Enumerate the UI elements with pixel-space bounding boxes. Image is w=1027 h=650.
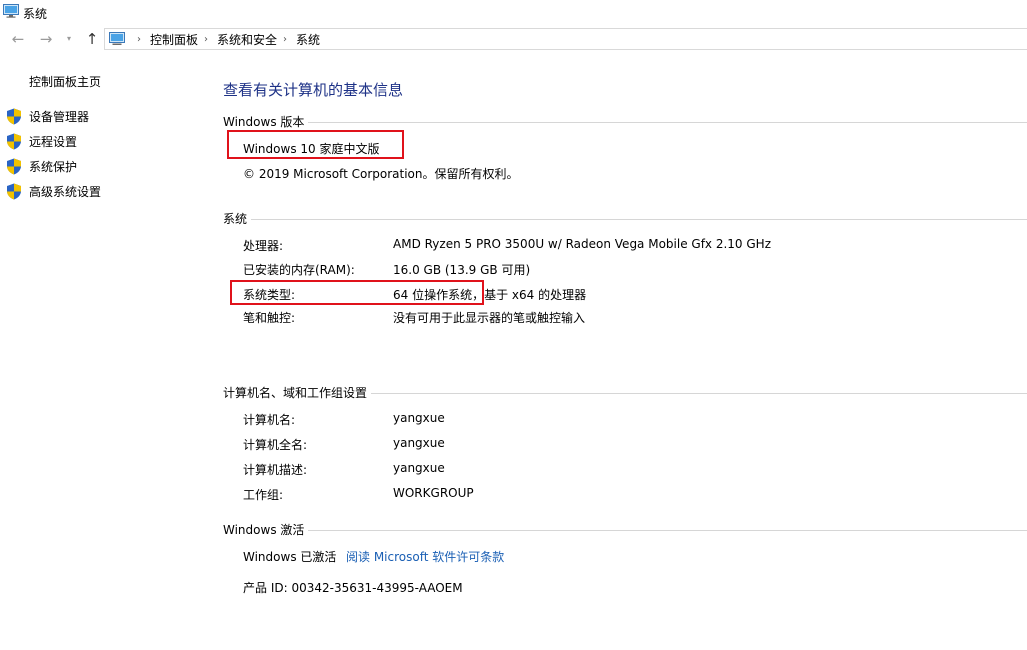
section-divider	[223, 530, 1027, 531]
ram-value: 16.0 GB (13.9 GB 可用)	[393, 263, 531, 277]
sidebar-item-remote-settings[interactable]: 远程设置	[6, 132, 77, 150]
workgroup-label: 工作组:	[243, 488, 284, 502]
computer-description-value: yangxue	[393, 461, 445, 475]
section-activation: Windows 激活	[223, 521, 1027, 538]
sidebar-home-link[interactable]: 控制面板主页	[29, 73, 101, 90]
section-windows-edition: Windows 版本	[223, 113, 1027, 130]
title-bar: 系统	[0, 0, 1027, 24]
navigation-bar: ← → ▾ ↑ › 控制面板 › 系统和安全 › 系统	[0, 26, 1027, 52]
highlight-box-edition	[227, 130, 404, 159]
pen-touch-label: 笔和触控:	[243, 311, 296, 325]
computer-description-label: 计算机描述:	[243, 463, 308, 477]
pen-touch-value: 没有可用于此显示器的笔或触控输入	[393, 311, 586, 325]
highlight-box-system-type	[230, 280, 484, 305]
computer-name-value: yangxue	[393, 411, 445, 425]
window-title: 系统	[23, 7, 48, 21]
license-terms-link[interactable]: 阅读 Microsoft 软件许可条款	[346, 548, 504, 565]
sidebar-item-label: 高级系统设置	[29, 184, 102, 199]
uac-shield-icon	[7, 133, 21, 149]
uac-shield-icon	[7, 183, 21, 199]
workgroup-value: WORKGROUP	[393, 486, 474, 500]
processor-label: 处理器:	[243, 239, 284, 253]
breadcrumb-separator-icon: ›	[283, 33, 288, 45]
product-id: 产品 ID: 00342-35631-43995-AAOEM	[243, 581, 463, 595]
page-title: 查看有关计算机的基本信息	[223, 81, 404, 99]
section-divider	[223, 219, 1027, 220]
breadcrumb-system-security[interactable]: 系统和安全	[217, 31, 277, 48]
up-arrow-icon[interactable]: ↑	[84, 30, 100, 48]
section-header: 系统	[223, 210, 252, 227]
section-system: 系统	[223, 210, 1027, 227]
breadcrumb-control-panel[interactable]: 控制面板	[150, 31, 198, 48]
activation-status: Windows 已激活	[243, 550, 337, 564]
breadcrumb-system[interactable]: 系统	[296, 31, 320, 48]
forward-arrow-icon[interactable]: →	[38, 30, 54, 48]
section-header: Windows 激活	[223, 521, 309, 538]
section-header: Windows 版本	[223, 113, 309, 130]
sidebar-item-device-manager[interactable]: 设备管理器	[6, 107, 89, 125]
breadcrumb-separator-icon: ›	[204, 33, 209, 45]
full-computer-name-value: yangxue	[393, 436, 445, 450]
copyright-text: © 2019 Microsoft Corporation。保留所有权利。	[243, 167, 519, 181]
sidebar-item-advanced-settings[interactable]: 高级系统设置	[6, 182, 101, 200]
address-bar[interactable]: › 控制面板 › 系统和安全 › 系统	[104, 28, 1027, 50]
control-panel-icon	[109, 32, 125, 45]
computer-name-label: 计算机名:	[243, 413, 296, 427]
sidebar-item-label: 设备管理器	[29, 109, 90, 124]
sidebar-item-label: 系统保护	[29, 159, 78, 174]
uac-shield-icon	[7, 108, 21, 124]
processor-value: AMD Ryzen 5 PRO 3500U w/ Radeon Vega Mob…	[393, 237, 771, 251]
ram-label: 已安装的内存(RAM):	[243, 263, 355, 277]
section-divider	[223, 122, 1027, 123]
back-arrow-icon[interactable]: ←	[10, 30, 26, 48]
recent-locations-chevron-icon[interactable]: ▾	[64, 30, 74, 48]
full-computer-name-label: 计算机全名:	[243, 438, 308, 452]
sidebar-item-system-protection[interactable]: 系统保护	[6, 157, 77, 175]
sidebar-item-label: 远程设置	[29, 134, 78, 149]
monitor-icon	[3, 4, 19, 18]
uac-shield-icon	[7, 158, 21, 174]
breadcrumb-separator-icon: ›	[137, 33, 141, 45]
section-computer-name: 计算机名、域和工作组设置	[223, 384, 1027, 401]
section-header: 计算机名、域和工作组设置	[223, 384, 372, 401]
